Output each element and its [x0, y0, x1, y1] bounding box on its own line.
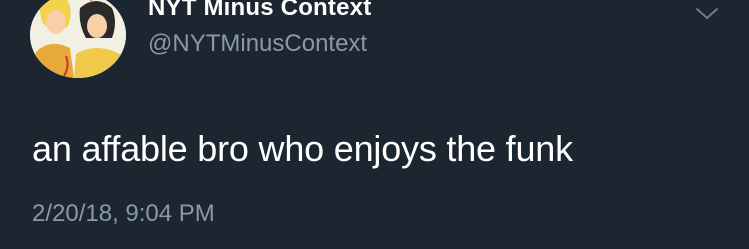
profile-avatar[interactable] — [30, 0, 126, 78]
chevron-down-icon[interactable] — [694, 4, 720, 24]
tweet-card: NYT Minus Context @NYTMinusContext an af… — [0, 0, 749, 249]
tweet-text: an affable bro who enjoys the funk — [32, 128, 573, 169]
tweet-timestamp[interactable]: 2/20/18, 9:04 PM — [32, 200, 215, 228]
author-display-name[interactable]: NYT Minus Context — [148, 0, 371, 22]
author-handle[interactable]: @NYTMinusContext — [148, 30, 367, 58]
cartoon-avatar-icon — [30, 0, 126, 78]
